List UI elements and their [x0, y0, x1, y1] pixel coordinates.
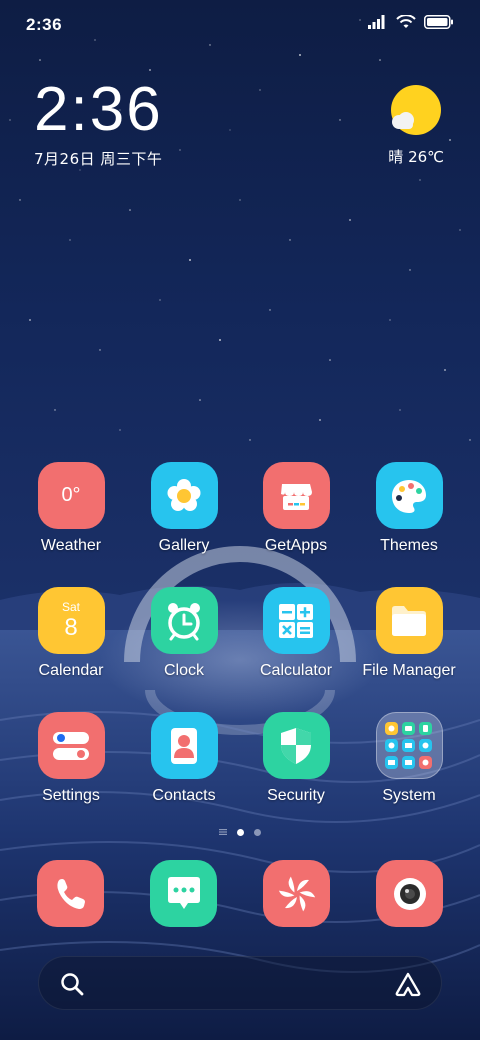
gallery-flower-icon — [150, 462, 218, 529]
search-bar[interactable] — [38, 956, 442, 1010]
app-contacts[interactable]: Contacts — [129, 712, 239, 805]
page-dot-active — [237, 828, 244, 836]
app-clock[interactable]: Clock — [129, 587, 239, 680]
app-gallery[interactable]: Gallery — [129, 462, 239, 555]
calendar-day-number: 8 — [64, 613, 78, 641]
app-folder-system[interactable]: System — [354, 712, 464, 805]
app-calendar[interactable]: Sat 8 Calendar — [16, 587, 126, 680]
palette-icon — [375, 462, 443, 529]
app-label-themes: Themes — [380, 537, 438, 554]
assistant-icon[interactable] — [393, 971, 423, 997]
weather-app-temp: 0° — [61, 484, 81, 506]
toggle-settings-icon — [37, 712, 105, 779]
page-dot — [254, 828, 261, 836]
calendar-icon: Sat 8 — [37, 587, 105, 654]
sunny-icon — [391, 85, 441, 135]
calculator-icon — [262, 587, 330, 654]
shield-icon — [262, 712, 330, 779]
app-label-settings: Settings — [42, 787, 100, 804]
wifi-icon — [396, 15, 416, 28]
app-file-manager[interactable]: File Manager — [354, 587, 464, 680]
clock-widget[interactable]: 2:36 7月26日 周三下午 — [34, 78, 163, 169]
folder-icon — [375, 587, 443, 654]
calendar-day-name: Sat — [61, 599, 80, 614]
app-settings[interactable]: Settings — [16, 712, 126, 805]
clock-widget-date: 7月26日 周三下午 — [34, 150, 163, 168]
status-icons — [368, 15, 454, 29]
app-label-getapps: GetApps — [264, 537, 328, 554]
app-label-clock: Clock — [163, 662, 204, 679]
app-label-system: System — [382, 787, 436, 804]
signal-icon — [368, 15, 385, 29]
weather-app-icon: 0° — [37, 462, 105, 529]
app-label-contacts: Contacts — [152, 787, 216, 804]
battery-icon — [424, 15, 453, 29]
store-icon — [262, 462, 330, 529]
app-getapps[interactable]: GetApps — [241, 462, 351, 555]
page-indicator[interactable] — [0, 828, 480, 836]
status-time: 2:36 — [26, 15, 63, 34]
contact-card-icon — [150, 712, 218, 779]
camera-icon — [393, 877, 426, 910]
weather-widget[interactable]: 晴 26℃ — [384, 84, 444, 166]
system-folder-icon — [375, 712, 443, 779]
app-calculator[interactable]: Calculator — [241, 587, 351, 680]
app-label-security: Security — [267, 787, 325, 804]
app-weather[interactable]: 0° Weather — [16, 462, 126, 555]
alarm-clock-icon — [150, 587, 218, 654]
app-label-weather: Weather — [40, 537, 102, 554]
search-icon[interactable] — [59, 971, 85, 997]
dock-browser[interactable] — [263, 860, 330, 927]
clock-widget-time: 2:36 — [34, 75, 163, 144]
dock-camera[interactable] — [376, 860, 443, 927]
phone-icon — [56, 878, 85, 909]
dock-messaging[interactable] — [150, 860, 217, 927]
status-bar: 2:36 — [0, 0, 480, 50]
app-label-calculator: Calculator — [259, 662, 333, 679]
app-label-calendar: Calendar — [38, 662, 104, 679]
app-security[interactable]: Security — [241, 712, 351, 805]
page-indicator-list-icon — [219, 829, 227, 835]
app-themes[interactable]: Themes — [354, 462, 464, 555]
browser-icon — [278, 876, 315, 911]
app-label-gallery: Gallery — [158, 537, 210, 554]
dock-phone[interactable] — [37, 860, 104, 927]
app-label-file-manager: File Manager — [362, 662, 456, 679]
messaging-icon — [167, 876, 200, 909]
weather-condition-temp: 晴 26℃ — [388, 148, 444, 166]
